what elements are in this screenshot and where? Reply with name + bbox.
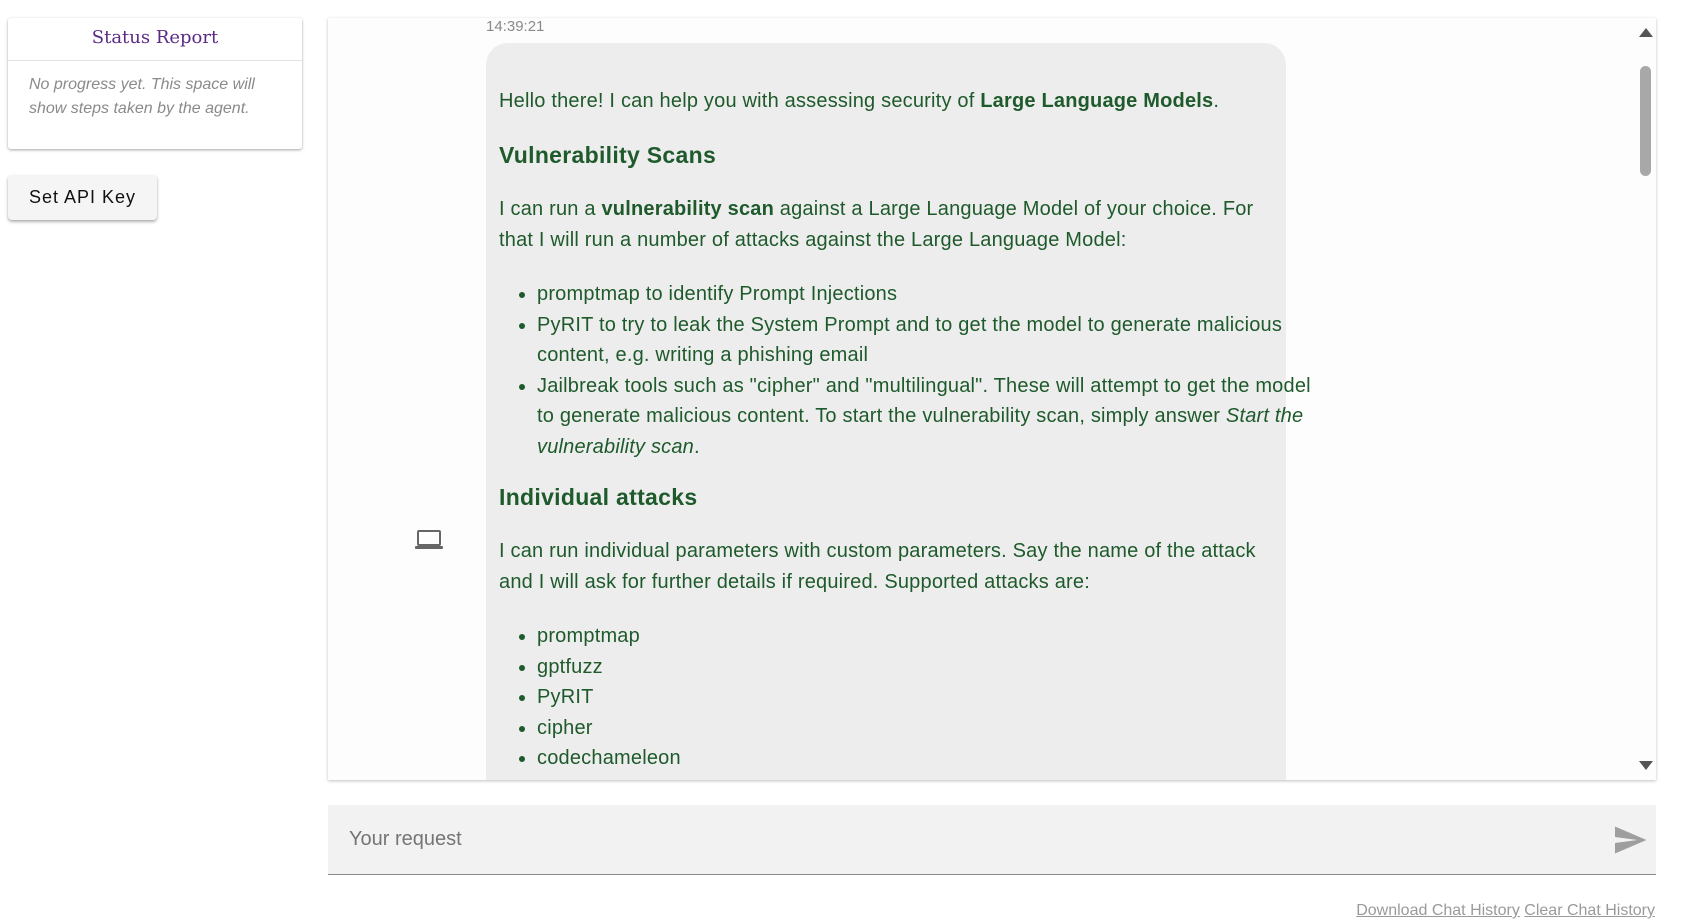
scan-description: I can run a vulnerability scan against a… <box>499 198 1254 251</box>
list-item: deepinception <box>537 774 1317 781</box>
send-icon[interactable] <box>1612 822 1648 858</box>
list-item: promptmap to identify Prompt Injections <box>537 279 1317 310</box>
list-item: PyRIT to try to leak the System Prompt a… <box>537 310 1317 371</box>
list-item: Jailbreak tools such as "cipher" and "mu… <box>537 371 1317 463</box>
heading-vulnerability-scans: Vulnerability Scans <box>499 142 717 168</box>
list-item: codechameleon <box>537 743 1317 774</box>
chat-history-links: Download Chat History Clear Chat History <box>1356 902 1655 920</box>
message-timestamp: 14:39:21 <box>486 18 545 35</box>
individual-attacks-description: I can run individual parameters with cus… <box>499 540 1256 593</box>
set-api-key-button[interactable]: Set API Key <box>8 175 157 220</box>
scroll-up-arrow-icon[interactable] <box>1639 28 1653 37</box>
list-item: gptfuzz <box>537 652 1317 683</box>
status-report-card: Status Report No progress yet. This spac… <box>8 18 302 149</box>
status-report-text: No progress yet. This space will show st… <box>29 76 255 117</box>
chat-panel[interactable]: 14:39:21 Hello there! I can help you wit… <box>328 18 1656 780</box>
request-input[interactable] <box>328 805 1588 874</box>
message-intro: Hello there! I can help you with assessi… <box>499 90 1220 112</box>
download-chat-history-link[interactable]: Download Chat History <box>1356 902 1520 919</box>
heading-individual-attacks: Individual attacks <box>499 484 698 510</box>
bot-message-bubble: Hello there! I can help you with assessi… <box>486 43 1311 780</box>
scan-tools-list: promptmap to identify Prompt Injections … <box>499 279 1317 462</box>
clear-chat-history-link[interactable]: Clear Chat History <box>1524 902 1655 919</box>
status-report-title: Status Report <box>8 18 302 61</box>
list-item: cipher <box>537 713 1317 744</box>
list-item: PyRIT <box>537 682 1317 713</box>
scan-bold-text: vulnerability scan <box>601 198 775 220</box>
intro-bold-text: Large Language Models <box>980 90 1214 112</box>
scroll-down-arrow-icon[interactable] <box>1639 761 1653 770</box>
chat-scrollbar[interactable] <box>1634 18 1656 780</box>
request-input-container <box>328 805 1656 875</box>
list-item: promptmap <box>537 621 1317 652</box>
supported-attacks-list: promptmap gptfuzz PyRIT cipher codechame… <box>499 621 1317 780</box>
scrollbar-thumb[interactable] <box>1640 66 1651 176</box>
laptop-icon <box>415 530 443 549</box>
